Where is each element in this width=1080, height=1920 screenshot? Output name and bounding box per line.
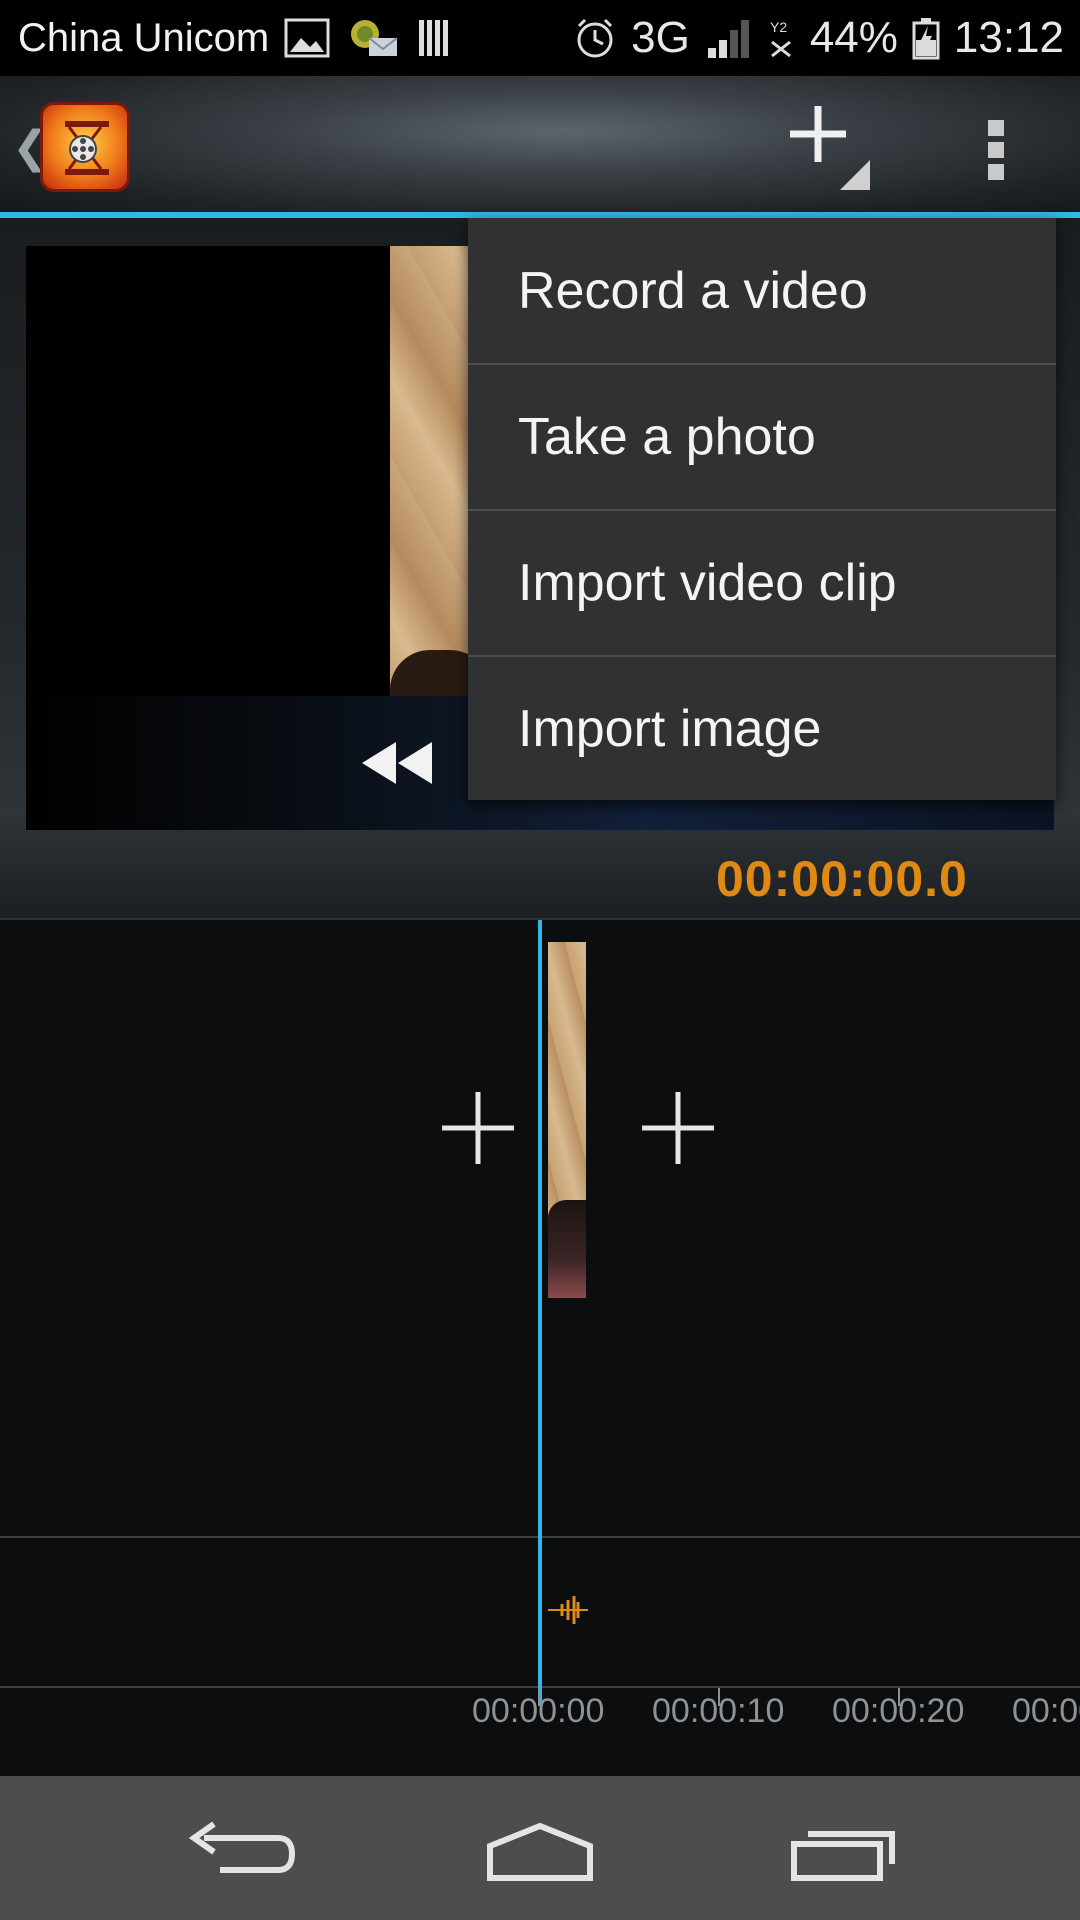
alarm-icon: [577, 18, 613, 58]
navigation-bar: [0, 1776, 1080, 1920]
playhead[interactable]: [538, 920, 542, 1706]
ruler-label: 00:00:20: [832, 1692, 965, 1730]
ruler-label: 00:00:00: [472, 1692, 605, 1730]
home-icon[interactable]: [480, 1816, 600, 1886]
back-icon[interactable]: [180, 1816, 300, 1886]
image-notification-icon: [284, 18, 330, 58]
barcode-notification-icon: [419, 20, 449, 56]
overflow-menu-icon[interactable]: [976, 114, 1016, 186]
rewind-icon[interactable]: [360, 740, 434, 786]
video-editor-logo-icon[interactable]: [40, 102, 130, 192]
add-media-menu: Record a video Take a photo Import video…: [468, 218, 1056, 800]
menu-item-take-photo[interactable]: Take a photo: [468, 364, 1056, 510]
ruler-label: 00:00:10: [652, 1692, 785, 1730]
add-clip-after-icon[interactable]: [640, 1090, 716, 1166]
menu-item-label: Record a video: [518, 262, 868, 320]
svg-text:Y2: Y2: [770, 19, 787, 35]
menu-item-import-video[interactable]: Import video clip: [468, 510, 1056, 656]
menu-item-label: Import video clip: [518, 554, 897, 612]
add-clip-before-icon[interactable]: [440, 1090, 516, 1166]
battery-percent: 44%: [809, 13, 898, 62]
audio-waveform-icon[interactable]: [548, 1592, 588, 1628]
timeline-clip-shadow: [548, 1200, 586, 1298]
battery-charging-icon: [912, 18, 940, 60]
status-bar: China Unicom 3G Y2 44% 13:12: [0, 0, 1080, 76]
timecode: 00:00:00.0: [716, 851, 968, 907]
signal-sim2-icon: Y2: [770, 19, 791, 58]
menu-item-label: Take a photo: [518, 408, 816, 466]
clock: 13:12: [953, 13, 1064, 62]
menu-item-record-video[interactable]: Record a video: [468, 218, 1056, 364]
signal-sim1-icon: [707, 20, 749, 58]
carrier-name: China Unicom: [18, 15, 270, 60]
network-type: 3G: [631, 13, 690, 62]
status-indicators: 3G Y2 44% 13:12: [573, 0, 1064, 76]
recent-apps-icon[interactable]: [780, 1816, 900, 1886]
menu-item-import-image[interactable]: Import image: [468, 656, 1056, 802]
menu-item-label: Import image: [518, 700, 822, 758]
add-media-icon[interactable]: [780, 100, 880, 200]
message-notification-icon: [351, 20, 398, 56]
action-bar: ❮: [0, 76, 1080, 214]
ruler-label: 00:00:30: [1012, 1692, 1080, 1730]
